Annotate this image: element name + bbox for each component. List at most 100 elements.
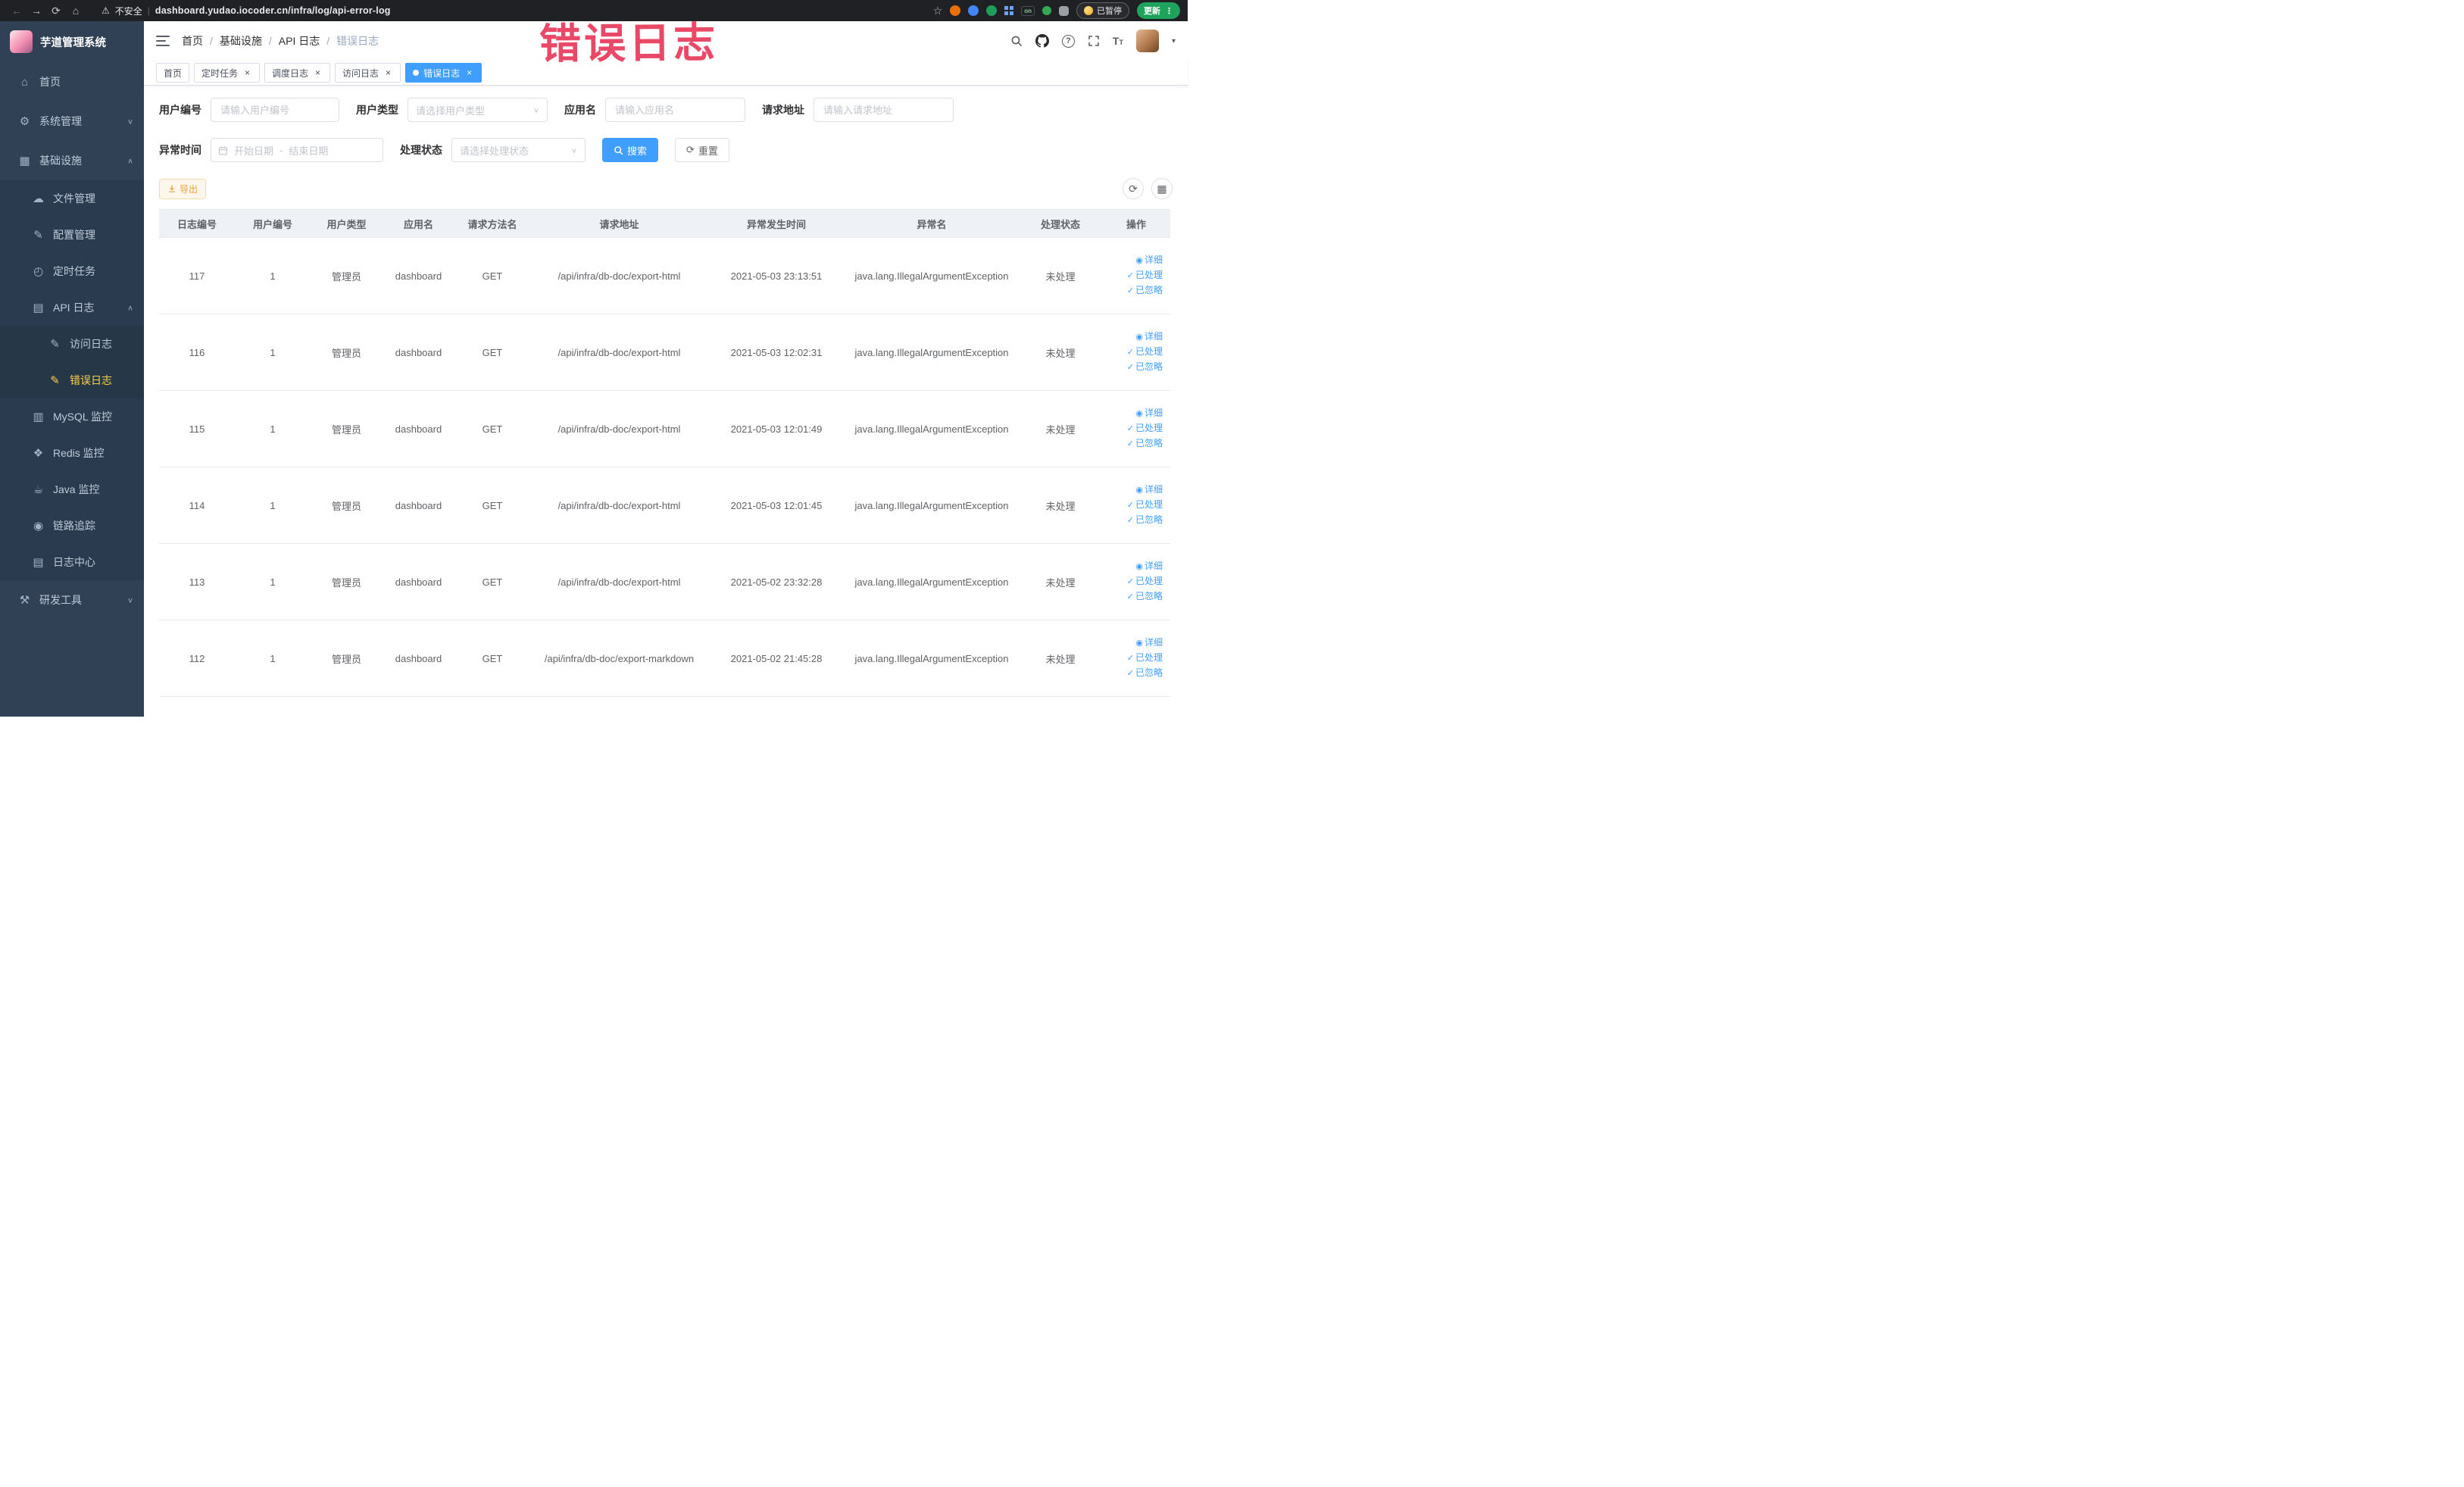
user-type-select[interactable]: 请选择用户类型 ∨: [408, 98, 548, 122]
detail-link[interactable]: ◉ 详细: [1106, 406, 1163, 421]
ignored-link[interactable]: ✓ 已忽略: [1106, 513, 1163, 528]
cell-app-name: dashboard: [383, 314, 454, 391]
detail-link[interactable]: ◉ 详细: [1106, 253, 1163, 268]
help-icon[interactable]: ?: [1061, 34, 1075, 48]
close-icon[interactable]: ×: [313, 67, 323, 78]
address-bar[interactable]: ⚠ 不安全 | dashboard.yudao.iocoder.cn/infra…: [94, 2, 924, 20]
sidebar-item-log-center[interactable]: ▤ 日志中心: [0, 544, 144, 580]
processed-link[interactable]: ✓ 已处理: [1106, 574, 1163, 589]
detail-link[interactable]: ◉ 详细: [1106, 483, 1163, 498]
cell-log-id: 113: [159, 543, 235, 620]
sidebar-item-file-management[interactable]: ☁ 文件管理: [0, 180, 144, 217]
date-range-picker[interactable]: 开始日期 - 结束日期: [211, 138, 383, 162]
tab-schedule-logs[interactable]: 调度日志 ×: [264, 63, 331, 83]
table-toolbar: 导出 ⟳ ▦: [159, 178, 1173, 199]
tab-home[interactable]: 首页: [156, 63, 190, 83]
avatar[interactable]: [1135, 30, 1159, 52]
sidebar-toggle-icon[interactable]: [156, 36, 170, 46]
check-icon: ✓: [1126, 516, 1134, 525]
cell-log-id: 114: [159, 467, 235, 544]
github-icon[interactable]: [1035, 34, 1049, 48]
user-id-input[interactable]: [211, 98, 339, 122]
extension-paw-icon[interactable]: [1059, 5, 1069, 16]
tab-access-logs[interactable]: 访问日志 ×: [335, 63, 401, 83]
not-secure-warning-icon[interactable]: ⚠: [101, 5, 110, 16]
browser-menu-icon[interactable]: ⋮: [1165, 6, 1173, 16]
reset-button[interactable]: ⟳ 重置: [675, 138, 729, 162]
paused-badge[interactable]: 已暂停: [1076, 2, 1129, 19]
sidebar-item-config-management[interactable]: ✎ 配置管理: [0, 217, 144, 253]
sidebar-item-error-logs[interactable]: ✎ 错误日志: [0, 362, 144, 398]
process-status-select[interactable]: 请选择处理状态 ∨: [451, 138, 586, 162]
ignored-link[interactable]: ✓ 已忽略: [1106, 283, 1163, 298]
detail-link[interactable]: ◉ 详细: [1106, 559, 1163, 574]
ignored-link[interactable]: ✓ 已忽略: [1106, 666, 1163, 681]
sidebar-item-dev-tools[interactable]: ⚒ 研发工具 ∨: [0, 580, 144, 620]
sidebar-item-tracing[interactable]: ◉ 链路追踪: [0, 508, 144, 544]
cell-actions: ◉ 详细 ✓ 已处理 ✓ 已忽略: [1102, 237, 1170, 314]
sidebar-item-access-logs[interactable]: ✎ 访问日志: [0, 326, 144, 362]
sidebar-item-infrastructure[interactable]: ▦ 基础设施 ∧: [0, 141, 144, 180]
extension-icon-green[interactable]: [986, 5, 998, 16]
extension-on-badge[interactable]: on: [1021, 5, 1035, 16]
close-icon[interactable]: ×: [383, 67, 393, 78]
emoji-icon: [1084, 6, 1093, 15]
breadcrumb-infrastructure[interactable]: 基础设施: [220, 33, 262, 48]
processed-link[interactable]: ✓ 已处理: [1106, 421, 1163, 436]
sidebar-item-api-logs[interactable]: ▤ API 日志 ∧: [0, 289, 144, 326]
reload-icon[interactable]: ⟳: [47, 0, 65, 21]
check-icon: ✓: [1126, 286, 1134, 295]
close-icon[interactable]: ×: [464, 67, 474, 78]
tab-error-logs[interactable]: 错误日志 ×: [405, 63, 482, 83]
processed-link[interactable]: ✓ 已处理: [1106, 651, 1163, 666]
column-settings-button[interactable]: ▦: [1151, 178, 1173, 199]
sidebar-item-home[interactable]: ⌂ 首页: [0, 62, 144, 102]
sidebar-item-scheduled-tasks[interactable]: ◴ 定时任务: [0, 253, 144, 289]
extension-icon-red[interactable]: [950, 5, 961, 16]
processed-link[interactable]: ✓ 已处理: [1106, 498, 1163, 513]
app-name-input[interactable]: [605, 98, 745, 122]
extension-icon-blue[interactable]: [968, 5, 979, 16]
sidebar-item-java-monitor[interactable]: ☕ Java 监控: [0, 471, 144, 508]
check-icon: ✓: [1126, 654, 1134, 663]
back-icon[interactable]: ←: [8, 0, 26, 21]
breadcrumb-api-logs[interactable]: API 日志: [279, 33, 320, 48]
check-icon: ✓: [1126, 577, 1134, 586]
process-status-placeholder: 请选择处理状态: [460, 145, 529, 157]
extension-grid-icon[interactable]: [1004, 6, 1014, 15]
tab-scheduled-tasks[interactable]: 定时任务 ×: [194, 63, 261, 83]
processed-link[interactable]: ✓ 已处理: [1106, 345, 1163, 360]
breadcrumb-home[interactable]: 首页: [182, 33, 203, 48]
browser-home-icon[interactable]: ⌂: [67, 0, 85, 21]
check-icon: ✓: [1126, 348, 1134, 357]
close-icon[interactable]: ×: [242, 67, 252, 78]
processed-label: 已处理: [1135, 270, 1163, 280]
caret-down-icon[interactable]: ▾: [1172, 37, 1176, 45]
fullscreen-icon[interactable]: [1088, 35, 1100, 47]
forward-icon[interactable]: →: [27, 0, 45, 21]
detail-link[interactable]: ◉ 详细: [1106, 330, 1163, 345]
ignored-link[interactable]: ✓ 已忽略: [1106, 589, 1163, 604]
chevron-up-icon: ∧: [126, 304, 133, 312]
export-button[interactable]: 导出: [159, 178, 207, 199]
detail-link[interactable]: ◉ 详细: [1106, 636, 1163, 651]
main-panel: 首页 / 基础设施 / API 日志 / 错误日志 ? T T ▾ 首页 定时任…: [144, 21, 1188, 717]
tab-label: 错误日志: [423, 67, 461, 79]
app-logo[interactable]: 芋道管理系统: [0, 21, 144, 62]
bookmark-star-icon[interactable]: ☆: [933, 5, 943, 17]
ignored-link[interactable]: ✓ 已忽略: [1106, 436, 1163, 451]
sidebar-item-system-management[interactable]: ⚙ 系统管理 ∨: [0, 102, 144, 141]
sidebar-item-redis-monitor[interactable]: ❖ Redis 监控: [0, 435, 144, 471]
request-url-input[interactable]: [814, 98, 954, 122]
refresh-table-button[interactable]: ⟳: [1123, 178, 1144, 199]
cell-app-name: dashboard: [383, 390, 454, 467]
search-button[interactable]: 搜索: [602, 138, 659, 162]
ignored-link[interactable]: ✓ 已忽略: [1106, 360, 1163, 375]
extension-leaf-icon[interactable]: [1042, 6, 1051, 15]
font-size-icon[interactable]: TT: [1113, 35, 1123, 47]
sidebar-item-mysql-monitor[interactable]: ▥ MySQL 监控: [0, 398, 144, 435]
table-row: 115 1 管理员 dashboard GET /api/infra/db-do…: [159, 390, 1170, 467]
browser-update-button[interactable]: 更新 ⋮: [1137, 2, 1180, 19]
search-icon[interactable]: [1010, 35, 1023, 47]
processed-link[interactable]: ✓ 已处理: [1106, 268, 1163, 283]
